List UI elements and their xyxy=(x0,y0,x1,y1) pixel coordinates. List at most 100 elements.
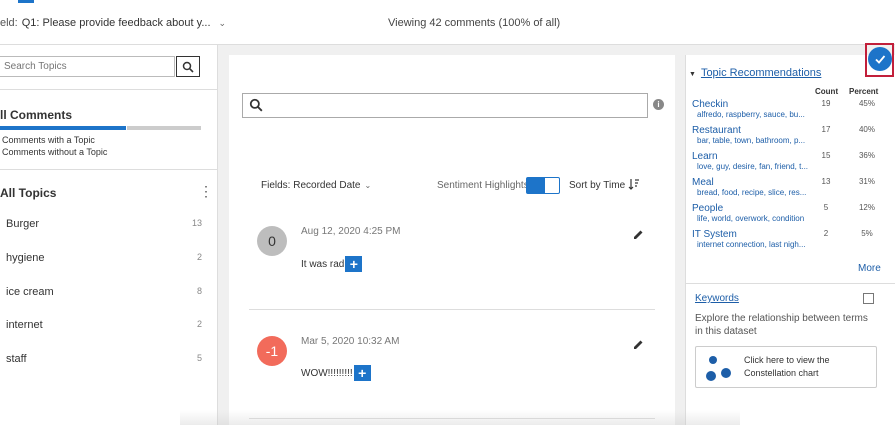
topic-name: Burger xyxy=(6,218,40,230)
count-column-header: Count xyxy=(815,87,839,96)
comment-text: WOW!!!!!!!!! xyxy=(301,367,353,379)
sentiment-highlights-toggle[interactable] xyxy=(526,177,560,194)
topic-item[interactable]: staff 5 xyxy=(0,351,210,371)
recommendation-keywords: life, world, overwork, condition xyxy=(697,214,805,223)
topic-item[interactable]: ice cream 8 xyxy=(0,284,210,304)
recommendation-count: 17 xyxy=(821,125,831,134)
recommendation-item[interactable]: IT System internet connection, last nigh… xyxy=(692,229,890,255)
recommendation-keywords: bar, table, town, bathroom, p... xyxy=(697,136,806,145)
recommendation-keywords: alfredo, raspberry, sauce, bu... xyxy=(697,110,805,119)
expand-icon[interactable] xyxy=(863,293,874,304)
fields-dropdown-label: Fields: Recorded Date xyxy=(261,180,361,191)
recommendation-keywords: bread, food, recipe, slice, res... xyxy=(697,188,807,197)
pencil-icon[interactable] xyxy=(633,339,644,350)
topic-name: hygiene xyxy=(6,252,45,264)
recommendation-count: 2 xyxy=(823,229,829,238)
constellation-icon xyxy=(706,356,731,381)
comments-with-topic-link[interactable]: Comments with a Topic xyxy=(2,135,95,145)
divider xyxy=(249,309,655,310)
topic-name: internet xyxy=(6,319,43,331)
recommendation-count: 5 xyxy=(823,203,829,212)
recommendation-keywords: love, guy, desire, fan, friend, t... xyxy=(697,162,809,171)
topic-recommendations-title: Topic Recommendations xyxy=(700,67,822,79)
more-options-icon[interactable]: ⋮ xyxy=(199,184,213,198)
recommendation-name: People xyxy=(692,203,724,214)
recommendation-name: Meal xyxy=(692,177,714,188)
search-topics-input[interactable] xyxy=(0,56,175,77)
recommendation-percent: 5% xyxy=(861,229,873,238)
search-topics-button[interactable] xyxy=(176,56,200,77)
keywords-title[interactable]: Keywords xyxy=(695,293,739,304)
recommendation-percent: 12% xyxy=(858,203,875,212)
comments-panel: i Fields: Recorded Date ⌄ Sentiment Highl… xyxy=(229,55,675,425)
more-link[interactable]: More xyxy=(858,263,881,274)
all-topics-heading: All Topics xyxy=(0,186,57,200)
active-tab-indicator xyxy=(18,0,34,3)
info-icon[interactable]: i xyxy=(653,99,664,110)
collapse-triangle-icon: ▼ xyxy=(689,71,696,78)
recommendation-count: 13 xyxy=(821,177,831,186)
recommendation-item[interactable]: People life, world, overwork, condition … xyxy=(692,203,890,229)
divider xyxy=(0,89,218,90)
sentiment-highlights-label: Sentiment Highlights xyxy=(437,180,529,191)
topic-item[interactable]: hygiene 2 xyxy=(0,250,210,270)
chevron-down-icon: ⌄ xyxy=(218,17,227,28)
recommendation-count: 19 xyxy=(821,99,831,108)
topic-count: 5 xyxy=(196,353,202,363)
topic-item[interactable]: internet 2 xyxy=(0,317,210,337)
recommendation-name: Restaurant xyxy=(692,125,741,136)
divider xyxy=(686,283,895,284)
topic-count: 13 xyxy=(191,218,202,228)
comment-search-input[interactable] xyxy=(242,93,648,118)
sort-icon[interactable] xyxy=(628,178,640,190)
recommendation-keywords: internet connection, last nigh... xyxy=(697,240,806,249)
top-bar: eld: Q1: Please provide feedback about y… xyxy=(0,0,895,45)
recommendation-percent: 36% xyxy=(858,151,875,160)
comment-timestamp: Mar 5, 2020 10:32 AM xyxy=(301,336,400,347)
confirm-button[interactable] xyxy=(868,47,892,71)
topic-name: staff xyxy=(6,353,27,365)
topic-item[interactable]: Burger 13 xyxy=(0,216,210,236)
comment-text: It was rad xyxy=(301,258,345,270)
sort-by-time-button[interactable]: Sort by Time xyxy=(569,180,625,191)
recommendations-panel: ▼ Topic Recommendations Count Percent Che… xyxy=(685,55,895,425)
field-selector-label: eld: xyxy=(0,17,18,29)
divider xyxy=(0,169,218,170)
recommendation-percent: 31% xyxy=(858,177,875,186)
topics-sidebar: ll Comments Comments with a Topic Commen… xyxy=(0,45,218,425)
chevron-down-icon: ⌄ xyxy=(364,181,372,190)
checkmark-icon xyxy=(875,55,886,64)
recommendation-item[interactable]: Checkin alfredo, raspberry, sauce, bu...… xyxy=(692,99,890,125)
field-selector-value: Q1: Please provide feedback about y... xyxy=(21,17,211,29)
search-icon xyxy=(249,98,263,112)
recommendation-count: 15 xyxy=(821,151,831,160)
topic-count: 2 xyxy=(196,252,202,262)
topic-count: 2 xyxy=(196,319,202,329)
recommendation-item[interactable]: Meal bread, food, recipe, slice, res... … xyxy=(692,177,890,203)
recommendation-item[interactable]: Restaurant bar, table, town, bathroom, p… xyxy=(692,125,890,151)
add-topic-button[interactable]: + xyxy=(353,365,371,381)
recommendation-percent: 40% xyxy=(858,125,875,134)
recommendation-name: Learn xyxy=(692,151,718,162)
all-comments-heading[interactable]: ll Comments xyxy=(0,108,72,122)
toggle-knob xyxy=(527,178,545,193)
field-selector[interactable]: eld: Q1: Please provide feedback about y… xyxy=(0,17,226,29)
recommendation-name: IT System xyxy=(692,229,737,240)
fields-dropdown[interactable]: Fields: Recorded Date ⌄ xyxy=(261,180,371,191)
add-topic-button[interactable]: + xyxy=(345,256,363,272)
keywords-description: Explore the relationship between terms i… xyxy=(695,313,868,337)
bottom-shadow xyxy=(180,410,740,425)
comment-timestamp: Aug 12, 2020 4:25 PM xyxy=(301,226,401,237)
search-icon xyxy=(182,61,194,73)
with-topic-progress xyxy=(0,126,126,130)
pencil-icon[interactable] xyxy=(633,229,644,240)
recommendation-name: Checkin xyxy=(692,99,729,110)
sentiment-score: 0 xyxy=(257,226,287,256)
topic-recommendations-header[interactable]: ▼ Topic Recommendations xyxy=(689,67,821,79)
recommendation-item[interactable]: Learn love, guy, desire, fan, friend, t.… xyxy=(692,151,890,177)
constellation-card[interactable]: Click here to view the Constellation cha… xyxy=(695,346,877,388)
without-topic-progress xyxy=(127,126,201,130)
comments-without-topic-link[interactable]: Comments without a Topic xyxy=(2,147,107,157)
topic-name: ice cream xyxy=(6,286,54,298)
topic-count: 8 xyxy=(196,286,202,296)
